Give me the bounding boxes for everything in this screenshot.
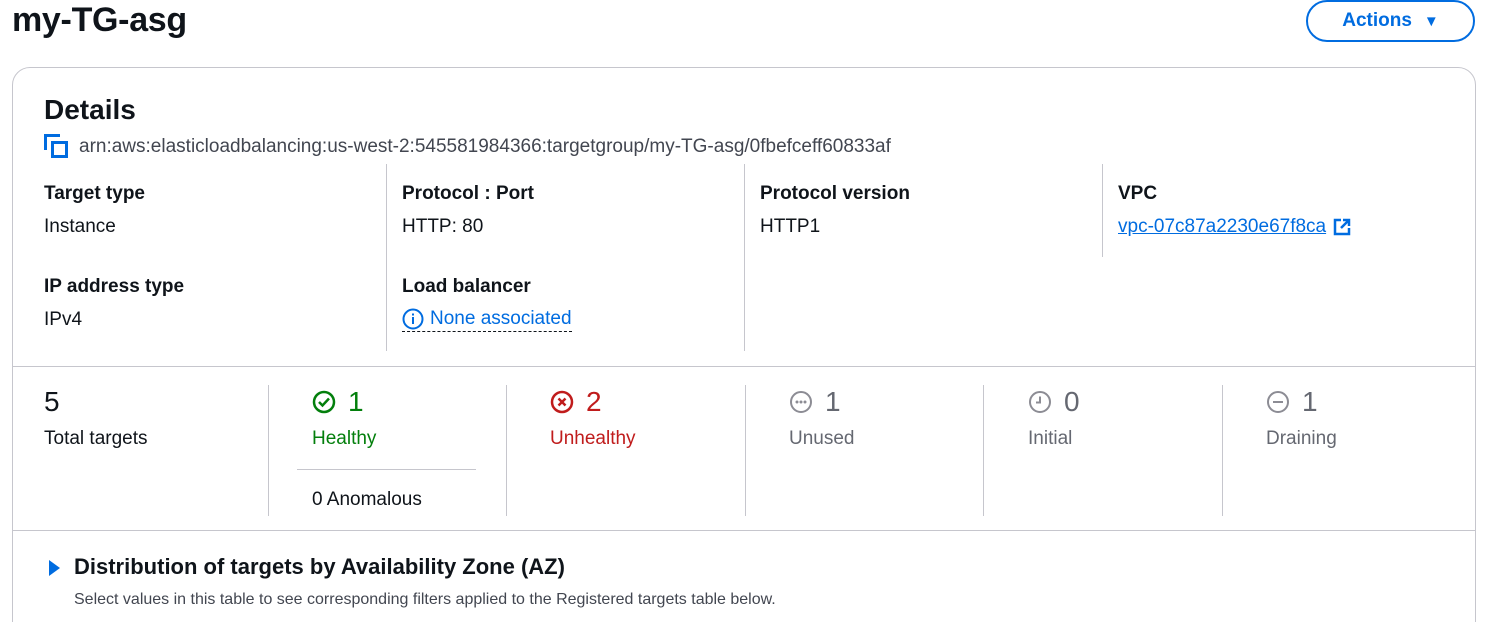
load-balancer-label: Load balancer xyxy=(402,276,531,297)
protocol-version-label: Protocol version xyxy=(760,183,910,204)
load-balancer-link[interactable]: None associated xyxy=(402,308,572,332)
total-targets-count: 5 xyxy=(44,386,60,417)
anomalous-count[interactable]: 0 Anomalous xyxy=(312,489,422,511)
ip-address-type-value: IPv4 xyxy=(44,309,83,330)
target-type-value: Instance xyxy=(44,216,116,237)
copy-icon[interactable] xyxy=(44,134,69,159)
clock-icon xyxy=(1029,391,1051,413)
actions-label: Actions xyxy=(1342,10,1412,31)
arn-row: arn:aws:elasticloadbalancing:us-west-2:5… xyxy=(44,134,891,159)
load-balancer-value: None associated xyxy=(430,308,572,329)
az-distribution-toggle[interactable]: Distribution of targets by Availability … xyxy=(74,554,565,580)
unhealthy-label: Unhealthy xyxy=(550,428,636,449)
column-divider xyxy=(1222,385,1223,516)
column-divider xyxy=(268,385,269,516)
vpc-label: VPC xyxy=(1118,183,1158,204)
vpc-link[interactable]: vpc-07c87a2230e67f8ca xyxy=(1118,216,1352,238)
protocol-version-value: HTTP1 xyxy=(760,216,821,237)
arn-value: arn:aws:elasticloadbalancing:us-west-2:5… xyxy=(79,135,891,157)
minus-circle-icon xyxy=(1267,391,1289,413)
column-divider xyxy=(1102,164,1103,257)
unhealthy-count[interactable]: 2 xyxy=(550,386,602,418)
caret-down-icon: ▼ xyxy=(1423,12,1439,30)
column-divider xyxy=(386,164,387,351)
section-divider xyxy=(13,530,1475,531)
healthy-divider xyxy=(297,469,476,470)
check-circle-icon xyxy=(312,390,336,414)
page-title: my-TG-asg xyxy=(12,1,187,39)
initial-count[interactable]: 0 xyxy=(1028,386,1080,418)
actions-button[interactable]: Actions ▼ xyxy=(1306,0,1475,42)
info-icon xyxy=(402,308,424,330)
total-targets-label: Total targets xyxy=(44,428,148,449)
draining-label: Draining xyxy=(1266,428,1337,449)
details-card: Details arn:aws:elasticloadbalancing:us-… xyxy=(12,67,1476,622)
section-divider xyxy=(13,366,1475,367)
draining-count[interactable]: 1 xyxy=(1266,386,1318,418)
unused-count[interactable]: 1 xyxy=(789,386,841,418)
external-link-icon xyxy=(1333,218,1351,236)
column-divider xyxy=(506,385,507,516)
unused-label: Unused xyxy=(789,428,855,449)
target-type-label: Target type xyxy=(44,183,146,204)
ip-address-type-label: IP address type xyxy=(44,276,185,297)
initial-label: Initial xyxy=(1028,428,1073,449)
details-title: Details xyxy=(44,94,136,125)
error-circle-icon xyxy=(550,390,574,414)
vpc-link-text: vpc-07c87a2230e67f8ca xyxy=(1118,216,1327,237)
unused-status-icon xyxy=(790,391,812,413)
az-distribution-description: Select values in this table to see corre… xyxy=(74,591,776,608)
column-divider xyxy=(745,385,746,516)
column-divider xyxy=(744,164,745,351)
healthy-count[interactable]: 1 xyxy=(312,386,364,418)
caret-right-icon[interactable] xyxy=(49,560,60,576)
healthy-label: Healthy xyxy=(312,428,377,449)
protocol-port-value: HTTP: 80 xyxy=(402,216,484,237)
protocol-port-label: Protocol : Port xyxy=(402,183,534,204)
column-divider xyxy=(983,385,984,516)
